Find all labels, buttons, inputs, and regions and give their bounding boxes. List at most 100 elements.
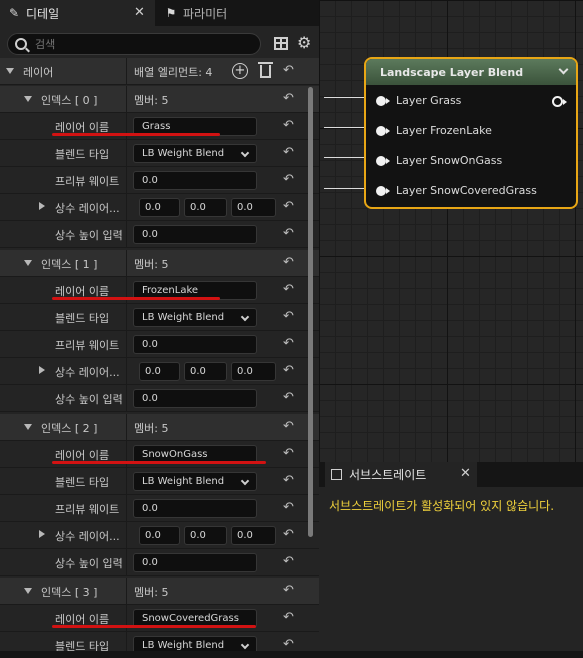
expand-arrow-icon[interactable] — [24, 588, 32, 594]
reset-arrow-icon[interactable]: ↶ — [283, 554, 294, 569]
category-layers-label: 레이어 — [23, 66, 54, 79]
reset-arrow-icon[interactable]: ↶ — [283, 390, 294, 405]
const-layer-x-input[interactable]: 0.0 — [139, 362, 180, 381]
reset-arrow-icon[interactable]: ↶ — [283, 583, 294, 598]
substrate-inactive-message: 서브스트레이트가 활성화되어 있지 않습니다. — [329, 499, 555, 513]
substrate-tabbar: 서브스트레이트 ✕ — [319, 462, 583, 487]
expand-arrow-icon[interactable] — [39, 202, 45, 210]
substrate-icon — [331, 469, 342, 480]
layer-index-row[interactable]: 인덱스 [ 0 ] 멤버: 5 ↶ — [0, 86, 319, 113]
const-height-input[interactable]: 0.0 — [133, 389, 257, 408]
expand-arrow-icon[interactable] — [39, 366, 45, 374]
pin-label: Layer SnowCoveredGrass — [396, 184, 537, 197]
tab-details[interactable]: ✎ 디테일 ✕ — [0, 0, 155, 26]
blend-type-dropdown[interactable]: LB Weight Blend — [133, 472, 257, 491]
const-layer-row: 상수 레이어... 0.0 0.0 0.0 ↶ — [0, 194, 319, 221]
wire — [324, 157, 369, 158]
reset-arrow-icon[interactable]: ↶ — [283, 527, 294, 542]
const-layer-x-input[interactable]: 0.0 — [139, 526, 180, 545]
reset-arrow-icon[interactable]: ↶ — [283, 282, 294, 297]
wire — [324, 97, 369, 98]
chevron-down-icon — [240, 312, 250, 322]
input-pin[interactable] — [376, 125, 390, 137]
search-input[interactable] — [35, 37, 245, 51]
tab-substrate[interactable]: 서브스트레이트 ✕ — [325, 462, 477, 487]
gear-icon[interactable]: ⚙ — [297, 33, 311, 52]
reset-arrow-icon[interactable]: ↶ — [283, 500, 294, 515]
member-count: 멤버: 5 — [134, 258, 169, 271]
blend-type-dropdown[interactable]: LB Weight Blend — [133, 144, 257, 163]
red-underline-annotation — [52, 133, 220, 136]
node-title: Landscape Layer Blend — [380, 66, 524, 79]
reset-arrow-icon[interactable]: ↶ — [283, 419, 294, 434]
input-pin[interactable] — [376, 95, 390, 107]
details-scrollbar[interactable] — [308, 87, 313, 537]
landscape-layer-blend-node[interactable]: Landscape Layer Blend Layer Grass Layer … — [364, 57, 578, 209]
blend-type-label: 블렌드 타입 — [55, 148, 110, 161]
reset-arrow-icon[interactable]: ↶ — [283, 226, 294, 241]
const-layer-y-input[interactable]: 0.0 — [184, 526, 227, 545]
preview-weight-row: 프리뷰 웨이트 0.0 ↶ — [0, 495, 319, 522]
category-layers-row[interactable]: 레이어 배열 엘리먼트: 4 + ↶ — [0, 58, 319, 85]
const-layer-label: 상수 레이어... — [55, 202, 120, 215]
const-height-label: 상수 높이 입력 — [55, 229, 123, 242]
layer-index-row[interactable]: 인덱스 [ 2 ] 멤버: 5 ↶ — [0, 414, 319, 441]
reset-arrow-icon[interactable]: ↶ — [283, 118, 294, 133]
expand-arrow-icon[interactable] — [24, 96, 32, 102]
const-layer-label: 상수 레이어... — [55, 530, 120, 543]
red-underline-annotation — [52, 625, 256, 628]
search-box[interactable] — [7, 33, 261, 55]
node-header[interactable]: Landscape Layer Blend — [366, 59, 576, 85]
const-height-input[interactable]: 0.0 — [133, 553, 257, 572]
expand-arrow-icon[interactable] — [39, 530, 45, 538]
const-layer-z-input[interactable]: 0.0 — [231, 198, 276, 217]
layer-index-row[interactable]: 인덱스 [ 1 ] 멤버: 5 ↶ — [0, 250, 319, 277]
search-row: ⚙ — [0, 30, 319, 58]
blend-type-dropdown[interactable]: LB Weight Blend — [133, 308, 257, 327]
reset-arrow-icon[interactable]: ↶ — [283, 610, 294, 625]
chevron-down-icon[interactable] — [558, 64, 569, 75]
tab-details-label: 디테일 — [26, 6, 60, 21]
reset-arrow-icon[interactable]: ↶ — [283, 172, 294, 187]
trash-icon[interactable] — [258, 62, 273, 78]
reset-arrow-icon[interactable]: ↶ — [283, 91, 294, 106]
expand-arrow-icon[interactable] — [24, 424, 32, 430]
details-panel: ✎ 디테일 ✕ ⚑ 파라미터 ⚙ 레이어 배열 엘리먼트: 4 + ↶ — [0, 0, 319, 658]
preview-weight-input[interactable]: 0.0 — [133, 171, 257, 190]
reset-arrow-icon[interactable]: ↶ — [283, 63, 294, 78]
chevron-down-icon — [240, 148, 250, 158]
preview-weight-input[interactable]: 0.0 — [133, 499, 257, 518]
const-layer-z-input[interactable]: 0.0 — [231, 362, 276, 381]
tab-parameters[interactable]: ⚑ 파라미터 — [157, 0, 319, 26]
reset-arrow-icon[interactable]: ↶ — [283, 145, 294, 160]
const-layer-x-input[interactable]: 0.0 — [139, 198, 180, 217]
table-view-icon[interactable] — [274, 37, 288, 50]
reset-arrow-icon[interactable]: ↶ — [283, 446, 294, 461]
const-layer-z-input[interactable]: 0.0 — [231, 526, 276, 545]
layer-index-row[interactable]: 인덱스 [ 3 ] 멤버: 5 ↶ — [0, 578, 319, 605]
preview-weight-input[interactable]: 0.0 — [133, 335, 257, 354]
const-layer-y-input[interactable]: 0.0 — [184, 362, 227, 381]
input-pin[interactable] — [376, 185, 390, 197]
output-pin[interactable] — [552, 96, 567, 107]
close-icon[interactable]: ✕ — [134, 5, 145, 20]
preview-weight-row: 프리뷰 웨이트 0.0 ↶ — [0, 167, 319, 194]
expand-arrow-icon[interactable] — [6, 68, 14, 74]
reset-arrow-icon[interactable]: ↶ — [283, 336, 294, 351]
blend-type-label: 블렌드 타입 — [55, 312, 110, 325]
const-height-input[interactable]: 0.0 — [133, 225, 257, 244]
expand-arrow-icon[interactable] — [24, 260, 32, 266]
reset-arrow-icon[interactable]: ↶ — [283, 309, 294, 324]
close-icon[interactable]: ✕ — [460, 466, 471, 481]
reset-arrow-icon[interactable]: ↶ — [283, 473, 294, 488]
reset-arrow-icon[interactable]: ↶ — [283, 637, 294, 652]
reset-arrow-icon[interactable]: ↶ — [283, 363, 294, 378]
const-layer-y-input[interactable]: 0.0 — [184, 198, 227, 217]
add-element-icon[interactable]: + — [232, 63, 248, 79]
array-elements-count: 배열 엘리먼트: 4 — [134, 66, 213, 79]
const-height-label: 상수 높이 입력 — [55, 557, 123, 570]
const-height-label: 상수 높이 입력 — [55, 393, 123, 406]
reset-arrow-icon[interactable]: ↶ — [283, 255, 294, 270]
input-pin[interactable] — [376, 155, 390, 167]
reset-arrow-icon[interactable]: ↶ — [283, 199, 294, 214]
